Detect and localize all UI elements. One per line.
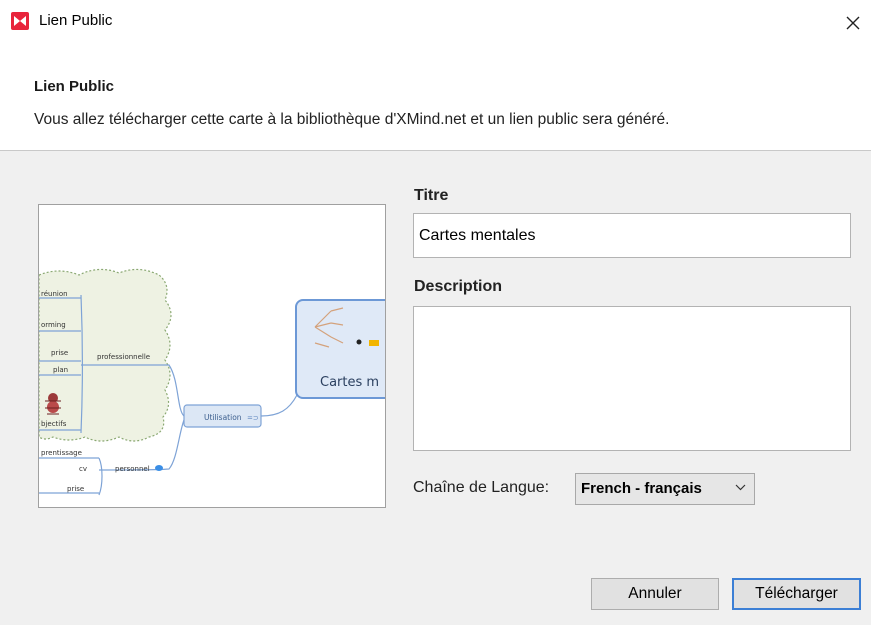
description-label: Description	[414, 278, 503, 295]
window-title: Lien Public	[39, 12, 113, 29]
leaf-prise-2: prise	[67, 485, 84, 493]
leaf-plan: plan	[53, 366, 68, 374]
description-textarea[interactable]	[413, 306, 851, 451]
branch-personnel: personnel	[115, 465, 150, 473]
leaf-reunion: réunion	[41, 290, 68, 298]
dialog-content: réunion orming prise plan bjectifs prent…	[0, 151, 871, 625]
language-select[interactable]: French - français	[575, 473, 755, 505]
leaf-prise: prise	[51, 349, 68, 357]
utilisation-node: Utilisation =⊃	[183, 404, 262, 428]
cancel-button[interactable]: Annuler	[591, 578, 719, 610]
svg-text:=⊃: =⊃	[247, 414, 259, 422]
central-topic-label: Cartes m	[320, 375, 379, 390]
map-preview: réunion orming prise plan bjectifs prent…	[38, 204, 386, 508]
branch-professionnelle: professionnelle	[97, 353, 150, 361]
leaf-apprentissage: prentissage	[41, 449, 82, 457]
central-topic-node: Cartes m	[295, 299, 385, 399]
window-titlebar: Lien Public	[0, 0, 871, 40]
xmind-logo-icon	[11, 12, 29, 30]
close-button[interactable]	[838, 8, 868, 38]
title-label: Titre	[414, 187, 449, 204]
leaf-cv: cv	[79, 465, 87, 473]
dialog-heading: Lien Public	[34, 78, 115, 95]
chevron-down-icon	[735, 484, 746, 491]
branch-utilisation: Utilisation	[204, 413, 242, 422]
dialog-description: Vous allez télécharger cette carte à la …	[34, 111, 670, 128]
close-icon	[846, 16, 860, 30]
dialog-header: Lien Public Vous allez télécharger cette…	[0, 40, 871, 151]
leaf-orming: orming	[41, 321, 66, 329]
language-label: Chaîne de Langue:	[413, 479, 550, 496]
leaf-objectifs: bjectifs	[41, 420, 67, 428]
upload-button[interactable]: Télécharger	[732, 578, 861, 610]
title-input[interactable]	[413, 213, 851, 258]
language-selected-value: French - français	[581, 480, 702, 497]
